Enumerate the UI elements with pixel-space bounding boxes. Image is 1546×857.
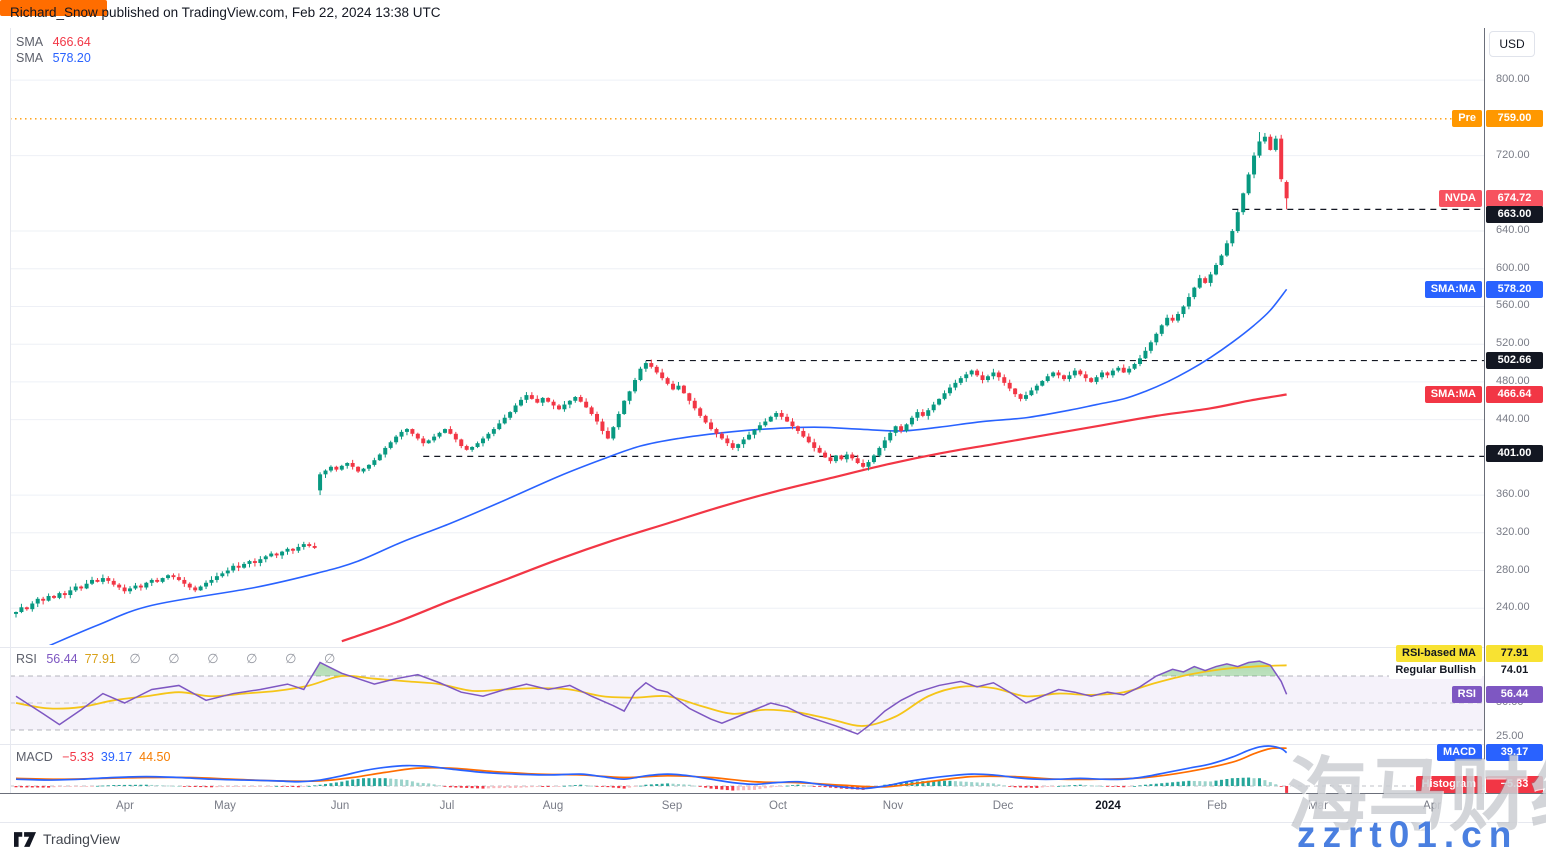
rsi-badge-rsi-based-ma: 77.91 <box>1486 645 1543 662</box>
price-tick: 800.00 <box>1490 73 1546 85</box>
macd-signal-value: 44.50 <box>139 750 170 764</box>
publication-header: Richard_Snow published on TradingView.co… <box>10 5 441 20</box>
macd-pane <box>10 746 1484 793</box>
time-axis-label: Jun <box>310 800 370 812</box>
candles-layer <box>14 132 1289 618</box>
macd-line-value: 39.17 <box>101 750 132 764</box>
price-tick: 720.00 <box>1490 149 1546 161</box>
price-badge-401-00: 401.00 <box>1486 445 1543 462</box>
time-axis-label: Aug <box>523 800 583 812</box>
time-axis-label: 2024 <box>1078 800 1138 812</box>
currency-label: USD <box>1499 37 1524 51</box>
rsi-value: 56.44 <box>46 652 77 666</box>
price-level-lines <box>10 119 1484 457</box>
legend-sma-1[interactable]: SMA 466.64 <box>16 35 91 49</box>
tradingview-attribution[interactable]: TradingView <box>14 831 120 847</box>
sma2-label: SMA <box>16 51 43 65</box>
tradingview-brand-text: TradingView <box>43 831 120 847</box>
rsi-label: RSI <box>16 652 37 666</box>
watermark-url: zzrt01.cn <box>1297 814 1518 856</box>
price-tick: 600.00 <box>1490 262 1546 274</box>
rsi-badge-rsi-tag: RSI <box>1452 686 1482 703</box>
price-badge-502-66: 502.66 <box>1486 352 1543 369</box>
price-badge-nvda-tag: NVDA <box>1439 190 1482 207</box>
rsi-pane <box>10 661 1484 734</box>
macd-label: MACD <box>16 750 53 764</box>
macd-line <box>16 746 1287 789</box>
price-badge-sma-ma-tag: SMA:MA <box>1425 281 1482 298</box>
rsi-badge-regular-bullish-tag: Regular Bullish <box>1389 662 1482 679</box>
tradingview-logo-icon <box>14 832 36 847</box>
price-tick: 320.00 <box>1490 526 1546 538</box>
price-tick: 560.00 <box>1490 299 1546 311</box>
price-badge-pre-tag: Pre <box>1452 110 1482 127</box>
macd-pane-separator[interactable] <box>0 744 1484 745</box>
time-axis-label: May <box>195 800 255 812</box>
legend-rsi[interactable]: RSI 56.44 77.91 ∅ ∅ ∅ ∅ ∅ ∅ <box>16 651 347 667</box>
tradingview-chart-window: Richard_Snow published on TradingView.co… <box>0 0 1546 857</box>
sma1-label: SMA <box>16 35 43 49</box>
price-badge-pre: 759.00 <box>1486 110 1543 127</box>
price-badge-nvda: 674.72 <box>1486 190 1543 207</box>
macd-hist-value: −5.33 <box>62 750 94 764</box>
time-axis-label: Feb <box>1187 800 1247 812</box>
price-badge-sma-ma-tag: SMA:MA <box>1425 386 1482 403</box>
time-axis-label: Jul <box>417 800 477 812</box>
time-axis-label: Sep <box>642 800 702 812</box>
chart-canvas[interactable] <box>0 0 1546 857</box>
publication-title: Richard_Snow published on TradingView.co… <box>10 5 441 20</box>
price-tick: 520.00 <box>1490 337 1546 349</box>
currency-button[interactable]: USD <box>1489 31 1535 57</box>
price-badge-663-00: 663.00 <box>1486 206 1543 223</box>
legend-sma-2[interactable]: SMA 578.20 <box>16 51 91 65</box>
sma1-value: 466.64 <box>53 35 91 49</box>
price-tick: 240.00 <box>1490 601 1546 613</box>
rsi-pane-separator[interactable] <box>0 647 1484 648</box>
sma-lines <box>49 289 1287 646</box>
price-tick: 360.00 <box>1490 488 1546 500</box>
rsi-badge-rsi-based-ma-tag: RSI-based MA <box>1396 645 1482 662</box>
price-tick: 280.00 <box>1490 564 1546 576</box>
macd-signal-line <box>16 748 1287 787</box>
price-gridlines <box>10 80 1484 608</box>
price-badge-sma-ma: 578.20 <box>1486 281 1543 298</box>
sma2-value: 578.20 <box>53 51 91 65</box>
price-tick: 640.00 <box>1490 224 1546 236</box>
time-axis-label: Nov <box>863 800 923 812</box>
rsi-ma-value: 77.91 <box>85 652 116 666</box>
price-badge-sma-ma: 466.64 <box>1486 386 1543 403</box>
rsi-badge-regular-bullish: 74.01 <box>1486 662 1543 679</box>
time-axis-label: Apr <box>95 800 155 812</box>
time-axis-label: Dec <box>973 800 1033 812</box>
price-axis-border <box>1484 28 1485 793</box>
chart-left-border <box>10 28 11 793</box>
rsi-empty-inputs: ∅ ∅ ∅ ∅ ∅ ∅ <box>129 651 347 666</box>
price-tick: 440.00 <box>1490 413 1546 425</box>
rsi-badge-rsi: 56.44 <box>1486 686 1543 703</box>
time-axis-label: Oct <box>748 800 808 812</box>
legend-macd[interactable]: MACD −5.33 39.17 44.50 <box>16 750 170 764</box>
